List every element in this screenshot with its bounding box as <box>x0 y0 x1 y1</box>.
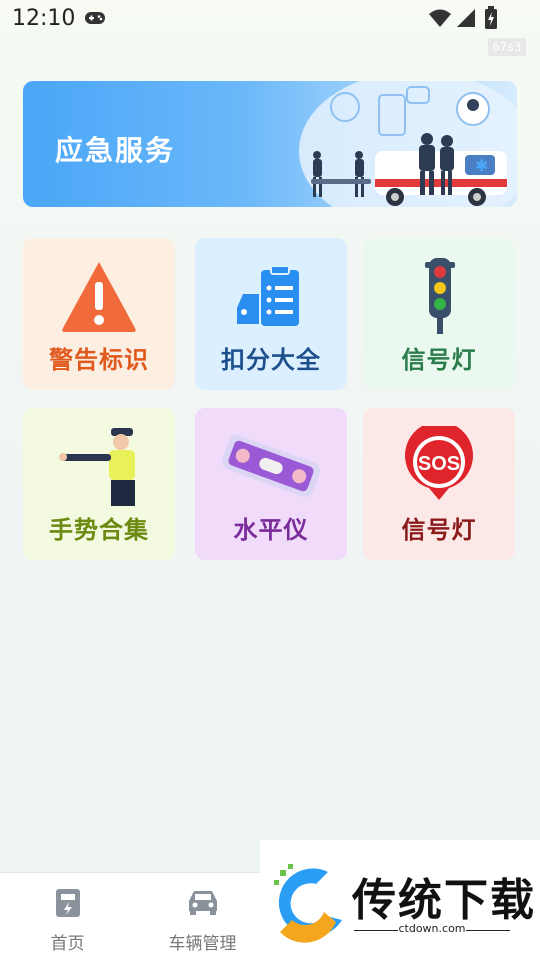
watermark-logo-icon <box>274 864 342 943</box>
nav-label: 车辆管理 <box>168 934 237 954</box>
tile-label: 警告标识 <box>49 346 149 374</box>
tile-warning-signs[interactable]: 警告标识 <box>23 238 175 390</box>
tile-label: 水平仪 <box>233 516 309 544</box>
watermark-text: 传统下载 <box>352 875 536 926</box>
traffic-police-icon <box>59 428 135 506</box>
watermark-domain: ctdown.com <box>398 922 466 935</box>
status-bar: 12:10 67s3 <box>0 0 540 56</box>
nav-item-home[interactable]: 首页 <box>0 873 135 961</box>
battery-icon <box>485 6 497 29</box>
tile-traffic-light[interactable]: 信号灯 <box>363 238 515 390</box>
svg-text:SOS: SOS <box>418 453 460 475</box>
tile-label: 信号灯 <box>401 516 477 544</box>
tile-gestures[interactable]: 手势合集 <box>23 408 175 560</box>
ambulance-illustration: ✱ <box>299 81 517 207</box>
tile-label: 信号灯 <box>401 346 477 374</box>
tile-level-meter[interactable]: 水平仪 <box>195 408 347 560</box>
status-time: 12:10 <box>12 6 76 31</box>
tile-penalty-points[interactable]: 扣分大全 <box>195 238 347 390</box>
wifi-icon <box>429 9 451 27</box>
spirit-level-icon <box>221 434 321 498</box>
build-tag: 67s3 <box>488 38 526 56</box>
tile-label: 扣分大全 <box>221 346 321 374</box>
divider <box>466 930 510 931</box>
sos-icon: SOS <box>405 426 473 500</box>
home-fuel-icon <box>55 889 80 917</box>
watermark: 传统下载 ctdown.com <box>260 840 540 960</box>
car-icon <box>188 891 217 915</box>
traffic-light-icon <box>425 258 455 334</box>
signal-icon <box>457 9 475 27</box>
emergency-service-banner[interactable]: 应急服务 ✱ <box>23 81 517 207</box>
gamepad-icon <box>85 12 105 24</box>
warning-triangle-icon <box>62 262 136 332</box>
nav-item-vehicle-management[interactable]: 车辆管理 <box>135 873 270 961</box>
clipboard-car-icon <box>237 265 299 326</box>
tile-sos[interactable]: SOS 信号灯 <box>363 408 515 560</box>
tile-label: 手势合集 <box>49 516 149 544</box>
nav-label: 首页 <box>50 934 85 954</box>
svg-text:✱: ✱ <box>475 156 488 175</box>
banner-title: 应急服务 <box>55 134 176 167</box>
